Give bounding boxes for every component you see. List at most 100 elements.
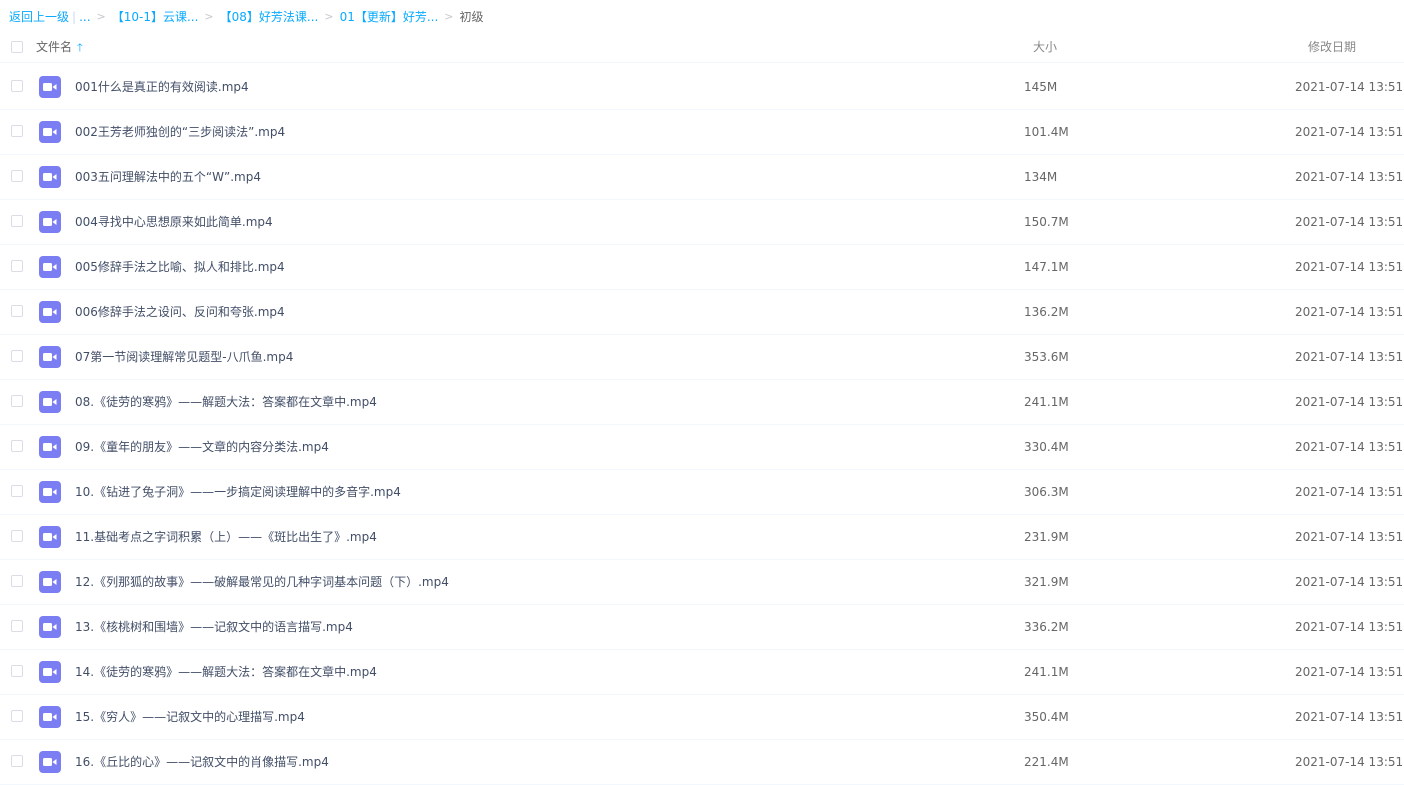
file-checkbox[interactable] bbox=[11, 755, 23, 767]
file-date: 2021-07-14 13:51 bbox=[1295, 620, 1404, 634]
breadcrumb-separator-icon: > bbox=[96, 10, 106, 23]
video-file-icon bbox=[39, 391, 61, 413]
file-size: 241.1M bbox=[1024, 395, 1069, 409]
column-header-size[interactable]: 大小 bbox=[1033, 32, 1057, 62]
file-checkbox[interactable] bbox=[11, 395, 23, 407]
file-checkbox[interactable] bbox=[11, 665, 23, 677]
video-file-icon bbox=[39, 706, 61, 728]
file-name[interactable]: 08.《徒劳的寒鸦》——解题大法：答案都在文章中.mp4 bbox=[75, 380, 377, 424]
video-file-icon bbox=[39, 166, 61, 188]
file-size: 321.9M bbox=[1024, 575, 1069, 589]
file-name[interactable]: 07第一节阅读理解常见题型-八爪鱼.mp4 bbox=[75, 335, 293, 379]
video-file-icon bbox=[39, 211, 61, 233]
file-name[interactable]: 006修辞手法之设问、反问和夸张.mp4 bbox=[75, 290, 285, 334]
file-size: 134M bbox=[1024, 170, 1058, 184]
breadcrumb-item[interactable]: 【08】好芳法课... bbox=[220, 8, 319, 26]
file-row[interactable]: 15.《穷人》——记叙文中的心理描写.mp4 350.4M 2021-07-14 1… bbox=[0, 695, 1404, 740]
file-checkbox[interactable] bbox=[11, 440, 23, 452]
sort-ascending-icon[interactable]: 🡑 bbox=[77, 41, 83, 54]
file-name[interactable]: 003五问理解法中的五个“W”.mp4 bbox=[75, 155, 261, 199]
file-name[interactable]: 14.《徒劳的寒鸦》——解题大法：答案都在文章中.mp4 bbox=[75, 650, 377, 694]
file-name[interactable]: 10.《钻进了兔子洞》——一步搞定阅读理解中的多音字.mp4 bbox=[75, 470, 401, 514]
file-checkbox[interactable] bbox=[11, 620, 23, 632]
file-date: 2021-07-14 13:51 bbox=[1295, 215, 1404, 229]
breadcrumb-ellipsis[interactable]: ... bbox=[79, 8, 90, 26]
file-row[interactable]: 001什么是真正的有效阅读.mp4 145M 2021-07-14 13:51 bbox=[0, 65, 1404, 110]
video-file-icon bbox=[39, 121, 61, 143]
breadcrumb-item[interactable]: 01【更新】好芳... bbox=[340, 8, 439, 26]
file-row[interactable]: 16.《丘比的心》——记叙文中的肖像描写.mp4 221.4M 2021-07-14… bbox=[0, 740, 1404, 785]
file-name[interactable]: 13.《核桃树和围墙》——记叙文中的语言描写.mp4 bbox=[75, 605, 353, 649]
file-name[interactable]: 12.《列那狐的故事》——破解最常见的几种字词基本问题（下）.mp4 bbox=[75, 560, 449, 604]
column-header-name-label: 文件名 bbox=[36, 40, 73, 54]
file-checkbox[interactable] bbox=[11, 305, 23, 317]
file-row[interactable]: 002王芳老师独创的“三步阅读法”.mp4 101.4M 2021-07-14 13… bbox=[0, 110, 1404, 155]
file-name[interactable]: 09.《童年的朋友》——文章的内容分类法.mp4 bbox=[75, 425, 329, 469]
back-link[interactable]: 返回上一级 bbox=[9, 8, 69, 26]
video-file-icon bbox=[39, 346, 61, 368]
breadcrumb: 返回上一级 | ... > 【10-1】云课... > 【08】好芳法课... … bbox=[9, 8, 484, 26]
file-size: 306.3M bbox=[1024, 485, 1069, 499]
file-checkbox[interactable] bbox=[11, 125, 23, 137]
video-file-icon bbox=[39, 661, 61, 683]
file-checkbox[interactable] bbox=[11, 350, 23, 362]
file-date: 2021-07-14 13:51 bbox=[1295, 440, 1404, 454]
file-checkbox[interactable] bbox=[11, 260, 23, 272]
file-size: 150.7M bbox=[1024, 215, 1069, 229]
video-file-icon bbox=[39, 616, 61, 638]
file-checkbox[interactable] bbox=[11, 485, 23, 497]
file-size: 101.4M bbox=[1024, 125, 1069, 139]
file-size: 336.2M bbox=[1024, 620, 1069, 634]
file-row[interactable]: 10.《钻进了兔子洞》——一步搞定阅读理解中的多音字.mp4 306.3M 2021… bbox=[0, 470, 1404, 515]
file-name[interactable]: 15.《穷人》——记叙文中的心理描写.mp4 bbox=[75, 695, 305, 739]
file-row[interactable]: 09.《童年的朋友》——文章的内容分类法.mp4 330.4M 2021-07-14… bbox=[0, 425, 1404, 470]
file-date: 2021-07-14 13:51 bbox=[1295, 485, 1404, 499]
breadcrumb-separator-icon: > bbox=[444, 10, 454, 23]
file-name[interactable]: 004寻找中心思想原来如此简单.mp4 bbox=[75, 200, 273, 244]
breadcrumb-item[interactable]: 【10-1】云课... bbox=[112, 8, 199, 26]
file-size: 350.4M bbox=[1024, 710, 1069, 724]
file-date: 2021-07-14 13:51 bbox=[1295, 575, 1404, 589]
file-row[interactable]: 13.《核桃树和围墙》——记叙文中的语言描写.mp4 336.2M 2021-07-… bbox=[0, 605, 1404, 650]
file-checkbox[interactable] bbox=[11, 530, 23, 542]
file-checkbox[interactable] bbox=[11, 215, 23, 227]
file-row[interactable]: 08.《徒劳的寒鸦》——解题大法：答案都在文章中.mp4 241.1M 2021-0… bbox=[0, 380, 1404, 425]
file-name[interactable]: 11.基础考点之字词积累（上）——《斑比出生了》.mp4 bbox=[75, 515, 377, 559]
file-size: 231.9M bbox=[1024, 530, 1069, 544]
file-row[interactable]: 07第一节阅读理解常见题型-八爪鱼.mp4 353.6M 2021-07-14 13… bbox=[0, 335, 1404, 380]
file-name[interactable]: 001什么是真正的有效阅读.mp4 bbox=[75, 65, 249, 109]
file-date: 2021-07-14 13:51 bbox=[1295, 710, 1404, 724]
file-row[interactable]: 003五问理解法中的五个“W”.mp4 134M 2021-07-14 13:51 bbox=[0, 155, 1404, 200]
file-checkbox[interactable] bbox=[11, 80, 23, 92]
file-list: 001什么是真正的有效阅读.mp4 145M 2021-07-14 13:51 002… bbox=[0, 65, 1404, 785]
file-date: 2021-07-14 13:51 bbox=[1295, 80, 1404, 94]
file-date: 2021-07-14 13:51 bbox=[1295, 350, 1404, 364]
file-row[interactable]: 006修辞手法之设问、反问和夸张.mp4 136.2M 2021-07-14 13:… bbox=[0, 290, 1404, 335]
breadcrumb-separator-icon: > bbox=[204, 10, 214, 23]
file-row[interactable]: 005修辞手法之比喻、拟人和排比.mp4 147.1M 2021-07-14 13:… bbox=[0, 245, 1404, 290]
file-checkbox[interactable] bbox=[11, 170, 23, 182]
file-checkbox[interactable] bbox=[11, 575, 23, 587]
file-row[interactable]: 14.《徒劳的寒鸦》——解题大法：答案都在文章中.mp4 241.1M 2021-0… bbox=[0, 650, 1404, 695]
file-row[interactable]: 12.《列那狐的故事》——破解最常见的几种字词基本问题（下）.mp4 321.9M… bbox=[0, 560, 1404, 605]
video-file-icon bbox=[39, 301, 61, 323]
file-size: 241.1M bbox=[1024, 665, 1069, 679]
file-name[interactable]: 005修辞手法之比喻、拟人和排比.mp4 bbox=[75, 245, 285, 289]
select-all-checkbox[interactable] bbox=[11, 41, 23, 53]
file-name[interactable]: 002王芳老师独创的“三步阅读法”.mp4 bbox=[75, 110, 285, 154]
column-header-date[interactable]: 修改日期 bbox=[1308, 32, 1356, 62]
file-row[interactable]: 004寻找中心思想原来如此简单.mp4 150.7M 2021-07-14 13:5… bbox=[0, 200, 1404, 245]
file-date: 2021-07-14 13:51 bbox=[1295, 170, 1404, 184]
file-checkbox[interactable] bbox=[11, 710, 23, 722]
breadcrumb-current: 初级 bbox=[459, 10, 484, 24]
breadcrumb-divider: | bbox=[72, 10, 77, 24]
video-file-icon bbox=[39, 571, 61, 593]
file-size: 145M bbox=[1024, 80, 1058, 94]
file-name[interactable]: 16.《丘比的心》——记叙文中的肖像描写.mp4 bbox=[75, 740, 329, 784]
file-date: 2021-07-14 13:51 bbox=[1295, 125, 1404, 139]
file-date: 2021-07-14 13:51 bbox=[1295, 665, 1404, 679]
file-row[interactable]: 11.基础考点之字词积累（上）——《斑比出生了》.mp4 231.9M 2021-0… bbox=[0, 515, 1404, 560]
video-file-icon bbox=[39, 76, 61, 98]
breadcrumb-separator-icon: > bbox=[324, 10, 334, 23]
column-header-name[interactable]: 文件名 🡑 bbox=[36, 32, 83, 62]
